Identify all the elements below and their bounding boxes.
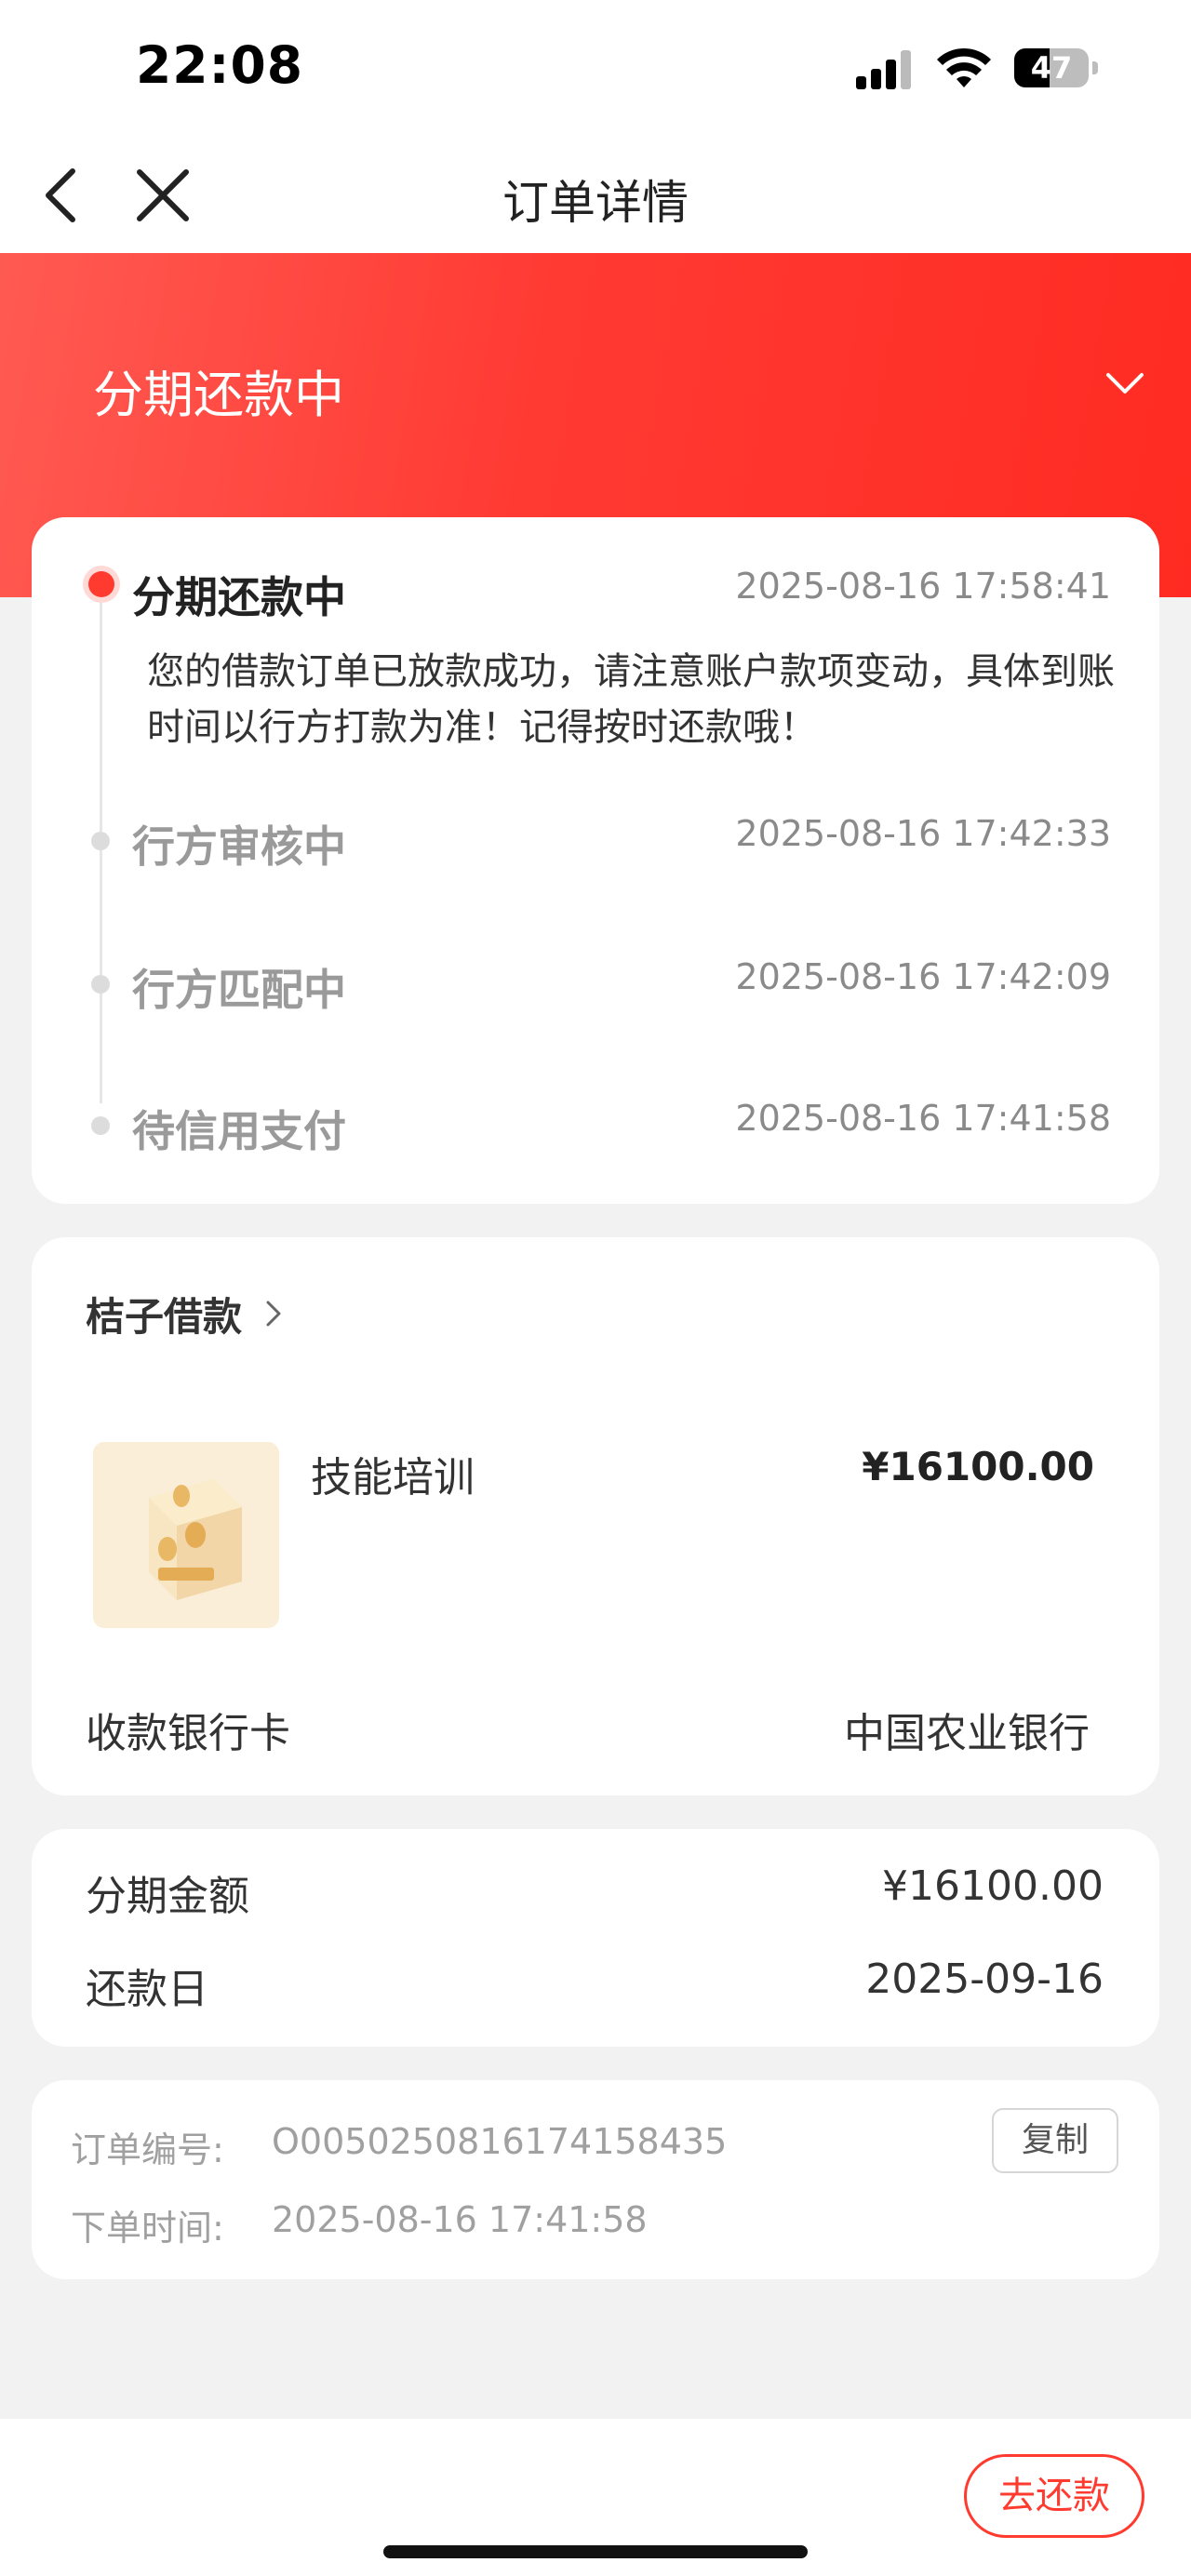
battery-tip <box>1092 61 1098 74</box>
timeline-step-description: 您的借款订单已放款成功，请注意账户款项变动，具体到账时间以行方打款为准！记得按时… <box>147 650 1115 749</box>
coins-box-icon <box>149 1479 242 1600</box>
repayment-date-value: 2025-09-16 <box>865 1955 1104 2003</box>
product-price: ¥16100.00 <box>862 1444 1094 1489</box>
nav-bar: 订单详情 <box>0 140 1191 253</box>
page-title: 订单详情 <box>502 176 689 230</box>
order-detail-screen: 22:08 47 订单详情 分期还款中 分期还款中 2025-08-16 17:… <box>0 0 1191 2576</box>
timeline-step-time: 2025-08-16 17:42:33 <box>735 813 1111 854</box>
repayment-date-label: 还款日 <box>86 1966 208 2013</box>
bank-card-value: 中国农业银行 <box>844 1710 1090 1757</box>
bottom-action-bar: 去还款 <box>0 2419 1191 2576</box>
product-thumbnail <box>93 1442 279 1628</box>
timeline-step-title: 行方审核中 <box>132 821 346 872</box>
signal-icon <box>856 48 912 89</box>
bank-card-label: 收款银行卡 <box>86 1710 290 1757</box>
order-time-label: 下单时间: <box>71 2208 224 2249</box>
timeline-dot <box>91 832 110 850</box>
wifi-icon <box>937 47 991 87</box>
status-time: 22:08 <box>136 35 304 95</box>
home-indicator <box>383 2545 808 2558</box>
product-name: 技能培训 <box>311 1454 475 1502</box>
chevron-down-icon[interactable] <box>1103 360 1147 405</box>
chevron-right-icon[interactable] <box>261 1295 287 1332</box>
battery-percent: 47 <box>1030 50 1073 86</box>
order-info-card: 订单编号: O0050250816174158435 复制 下单时间: 2025… <box>32 2080 1159 2279</box>
timeline-step-time: 2025-08-16 17:58:41 <box>735 566 1111 607</box>
merchant-name[interactable]: 桔子借款 <box>86 1286 242 1342</box>
battery-icon: 47 <box>1014 48 1089 87</box>
timeline-step-title: 行方匹配中 <box>132 965 346 1015</box>
banner-status-title: 分期还款中 <box>93 366 344 424</box>
status-bar: 22:08 47 <box>0 0 1191 140</box>
repay-button[interactable]: 去还款 <box>964 2454 1144 2538</box>
order-time-value: 2025-08-16 17:41:58 <box>272 2199 648 2240</box>
timeline-step-title: 分期还款中 <box>132 572 346 622</box>
timeline-step-time: 2025-08-16 17:41:58 <box>735 1098 1111 1139</box>
timeline-step-time: 2025-08-16 17:42:09 <box>735 956 1111 997</box>
order-number-label: 订单编号: <box>71 2129 224 2170</box>
timeline-card: 分期还款中 2025-08-16 17:58:41 您的借款订单已放款成功，请注… <box>32 517 1159 1204</box>
copy-button[interactable]: 复制 <box>992 2108 1118 2173</box>
installment-amount-value: ¥16100.00 <box>882 1862 1104 1910</box>
order-number-value: O0050250816174158435 <box>272 2121 728 2162</box>
timeline-step-title: 待信用支付 <box>132 1106 346 1156</box>
timeline-dot-active <box>83 566 120 603</box>
amount-card: 分期金额 ¥16100.00 还款日 2025-09-16 <box>32 1829 1159 2047</box>
installment-amount-label: 分期金额 <box>86 1873 249 1920</box>
timeline-dot <box>91 975 110 994</box>
product-card: 桔子借款 技能培训 ¥16100.00 收款银行卡 中国农业银行 <box>32 1237 1159 1795</box>
timeline-dot <box>91 1116 110 1135</box>
